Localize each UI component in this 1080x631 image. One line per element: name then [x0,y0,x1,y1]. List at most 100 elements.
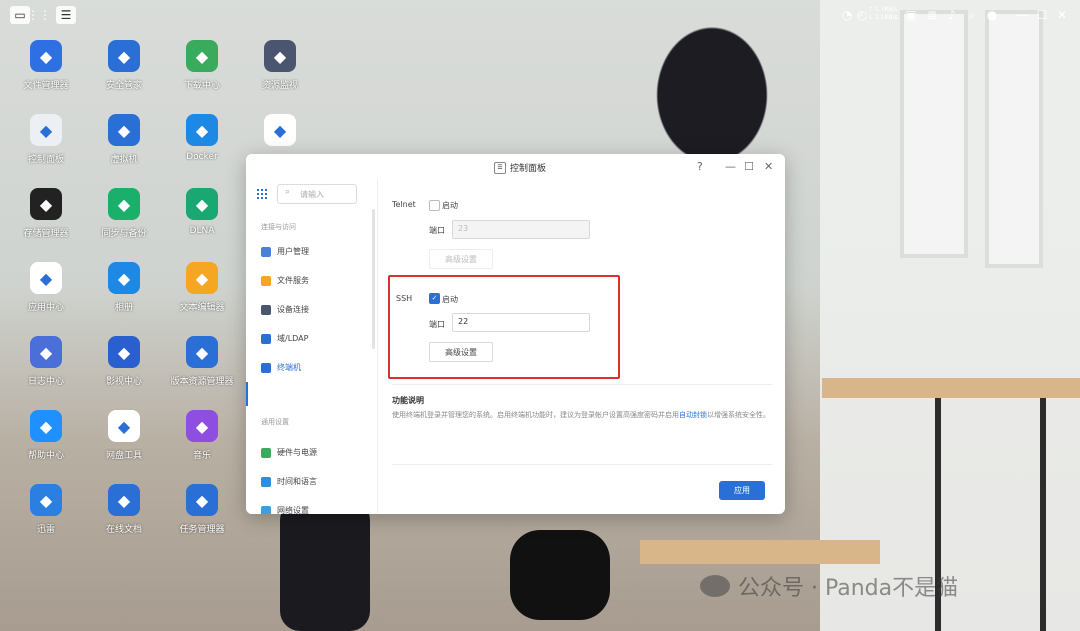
desktop-app-7[interactable]: ◆ [241,114,319,152]
control-panel-task-button[interactable]: ☰ [56,6,76,24]
desktop-app-18[interactable]: ◆ 网盘工具 [85,410,163,461]
desktop-app-13[interactable]: ◆ 文本编辑器 [163,262,241,313]
sidebar: ⌕ 请输入 连接与访问 通用设置 用户管理 文件服务 设备连接 域/LDAP 终端机 硬件… [246,179,378,514]
telnet-advanced-button[interactable]: 高级设置 [429,249,493,269]
desktop-app-9[interactable]: ◆ 同步与备份 [85,188,163,239]
desktop-app-20[interactable]: ◆ 迅雷 [7,484,85,535]
folder-icon: ◆ [30,40,62,72]
watermark: 公众号 · Panda不是猫 [700,570,958,602]
minimize-all-button[interactable]: — [1015,6,1029,24]
sidebar-item-label: 文件服务 [277,276,309,285]
sidebar-item-6[interactable]: 时间和语言 [261,476,317,487]
wechat-icon [700,575,730,597]
widgets-button[interactable]: ≣ [925,6,939,24]
photo-icon: ◆ [108,262,140,294]
telnet-enable-checkbox[interactable] [429,200,440,211]
desktop-app-label: 文本编辑器 [179,303,225,313]
user-button[interactable]: ● [985,6,999,24]
desktop-app-16[interactable]: ◆ 版本资源管理器 [163,336,241,387]
sync-icon: ◆ [108,188,140,220]
desktop-app-4[interactable]: ◆ 控制面板 [7,114,85,165]
desktop-app-5[interactable]: ◆ 虚拟机 [85,114,163,165]
top-taskbar: ▭ ⋮⋮ ☰ ◔ ◴ ↑ 1.7KB/s ↓ 1.1KB/s ▣ ≣ ♪ ⌕ ●… [0,0,1080,30]
divider [392,464,772,465]
desktop-app-label: DLNA [189,226,215,236]
desktop-app-17[interactable]: ◆ 帮助中心 [7,410,85,461]
help-button[interactable]: ? [697,160,703,173]
sidebar-item-7[interactable]: 网络设置 [261,505,309,514]
description-text: 使用终端机登录并管理您的系统。启用终端机功能时，建议为登录帐户设置高强度密码并启… [392,410,772,421]
search-button[interactable]: ⌕ [965,6,979,24]
restore-button[interactable]: ☐ [1035,6,1049,24]
sliders-icon: ☰ [60,8,72,22]
desktop-app-label: 同步与备份 [101,229,147,239]
desktop-app-1[interactable]: ◆ 安全管家 [85,40,163,91]
desktop-icon: ▭ [14,8,26,22]
window-titlebar[interactable]: ☰ 控制面板 ? — ☐ ✕ [246,154,785,179]
sidebar-item-0[interactable]: 用户管理 [261,246,309,257]
sidebar-item-icon [261,246,271,257]
app-launcher-button[interactable]: ⋮⋮ [27,6,51,24]
notifications-button[interactable]: ♪ [945,6,959,24]
gauge-button[interactable]: ◴ [855,6,869,24]
desktop-app-21[interactable]: ◆ 在线文档 [85,484,163,535]
storage-icon: ◆ [30,188,62,220]
desktop-app-11[interactable]: ◆ 应用中心 [7,262,85,313]
ssh-highlight-box [388,275,620,379]
desktop-app-10[interactable]: ◆ DLNA [163,188,241,236]
desktop-app-label: 版本资源管理器 [170,377,234,387]
desktop-app-15[interactable]: ◆ 影视中心 [85,336,163,387]
telnet-enable-label: 启动 [442,201,458,210]
cloud-drive-icon: ◆ [108,410,140,442]
desktop-app-14[interactable]: ◆ 日志中心 [7,336,85,387]
log-icon: ◆ [30,336,62,368]
sidebar-item-1[interactable]: 文件服务 [261,275,309,286]
desktop-app-label: 日志中心 [27,377,64,387]
desktop-app-2[interactable]: ◆ 下载中心 [163,40,241,91]
sidebar-item-5[interactable]: 硬件与电源 [261,447,317,458]
desktop-app-label: 控制面板 [27,155,64,165]
telnet-port-label: 端口 [429,226,445,235]
desktop-app-label: 下载中心 [183,81,220,91]
download-icon: ◆ [186,40,218,72]
maximize-button[interactable]: ☐ [744,160,754,173]
storage-button[interactable]: ▣ [904,6,918,24]
sidebar-item-icon [261,362,271,373]
sidebar-scrollbar[interactable] [372,209,375,349]
download-speed: ↓ 1.1KB/s [868,14,898,21]
close-all-button[interactable]: ✕ [1055,6,1069,24]
desktop-app-0[interactable]: ◆ 文件管理器 [7,40,85,91]
desktop-app-3[interactable]: ◆ 资源监视 [241,40,319,91]
wallpaper-window [900,10,968,258]
description-text-after: 以增强系统安全性。 [707,411,770,419]
sidebar-section-connection: 连接与访问 [261,223,296,231]
wallpaper-window [985,10,1043,268]
sidebar-item-2[interactable]: 设备连接 [261,304,309,315]
upload-speed: ↑ 1.7KB/s [868,6,898,13]
terminal-settings-panel: Telnet 启动 端口 23 高级设置 SSH ✓ 启动 端口 22 高级设置… [378,179,785,514]
window-title: ☰ 控制面板 [494,161,546,174]
sidebar-search-input[interactable]: ⌕ 请输入 [277,184,357,204]
desktop-app-22[interactable]: ◆ 任务管理器 [163,484,241,535]
telnet-port-input[interactable]: 23 [452,220,590,239]
sidebar-item-3[interactable]: 域/LDAP [261,333,308,344]
sidebar-item-icon [261,333,271,344]
desktop-app-19[interactable]: ◆ 音乐 [163,410,241,461]
menu-grid-icon[interactable] [257,188,267,199]
desktop-app-label: 网盘工具 [105,451,142,461]
video-icon: ◆ [108,336,140,368]
watermark-text: 公众号 · Panda不是猫 [738,576,959,601]
desktop-app-12[interactable]: ◆ 相册 [85,262,163,313]
desktop-app-6[interactable]: ◆ Docker [163,114,241,162]
apply-button[interactable]: 应用 [719,481,765,500]
desktop-app-label: 安全管家 [105,81,142,91]
auto-block-link[interactable]: 自动封锁 [679,411,707,419]
desktop-app-8[interactable]: ◆ 存储管理器 [7,188,85,239]
speed-icon: ◔ [841,8,853,22]
wallpaper-desk [822,378,1080,398]
network-monitor-button[interactable]: ◔ [840,6,854,24]
wallpaper-desk-leg [1040,398,1046,631]
minimize-button[interactable]: — [725,160,736,173]
sidebar-item-4[interactable]: 终端机 [261,362,301,373]
close-button[interactable]: ✕ [764,160,773,173]
